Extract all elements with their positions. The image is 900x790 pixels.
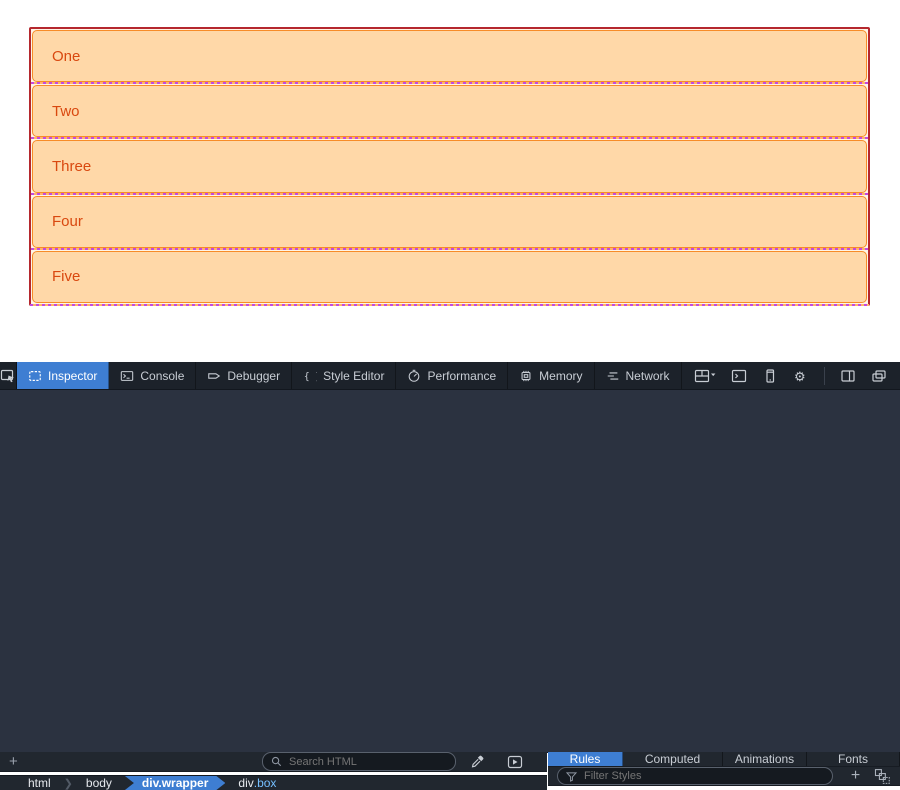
filter-styles-input[interactable] bbox=[582, 769, 824, 783]
tab-label: Memory bbox=[539, 369, 582, 383]
search-html-input[interactable] bbox=[287, 755, 447, 769]
paused-badge-icon[interactable] bbox=[507, 755, 523, 769]
layout-dropdown-icon[interactable] bbox=[694, 368, 716, 384]
tab-animations[interactable]: Animations bbox=[723, 752, 807, 766]
console-icon bbox=[120, 369, 134, 383]
add-node-button[interactable]: + bbox=[9, 754, 18, 769]
breadcrumb: html ❯ body div.wrapper div.box bbox=[0, 775, 547, 790]
element-picker-icon bbox=[0, 368, 16, 384]
demo-box: Two bbox=[32, 85, 867, 137]
memory-icon bbox=[519, 369, 533, 383]
demo-box: Three bbox=[32, 140, 867, 192]
breadcrumb-item-div-wrapper[interactable]: div.wrapper bbox=[125, 776, 225, 790]
split-console-icon[interactable] bbox=[731, 368, 747, 384]
tab-label: Debugger bbox=[227, 369, 280, 383]
tab-network[interactable]: Network bbox=[595, 362, 682, 389]
filter-funnel-icon bbox=[566, 771, 577, 782]
add-rule-button[interactable]: + bbox=[851, 769, 860, 783]
tab-label: Inspector bbox=[48, 369, 97, 383]
breadcrumb-item-body[interactable]: body bbox=[73, 776, 125, 790]
element-picker-button[interactable] bbox=[0, 362, 17, 389]
responsive-mode-icon[interactable] bbox=[762, 368, 778, 384]
tab-console[interactable]: Console bbox=[109, 362, 196, 389]
breadcrumb-class: .box bbox=[254, 776, 277, 790]
eyedropper-icon[interactable] bbox=[470, 754, 485, 769]
inspector-icon bbox=[28, 369, 42, 383]
demo-box: Four bbox=[32, 196, 867, 248]
tab-inspector[interactable]: Inspector bbox=[17, 362, 109, 389]
rules-tabs: Rules Computed Animations Fonts bbox=[548, 752, 900, 767]
demo-box: One bbox=[32, 30, 867, 82]
separate-window-icon[interactable] bbox=[871, 368, 887, 384]
search-icon bbox=[271, 756, 282, 767]
devtools-toolbar: Inspector Console Debugger { } Style Edi… bbox=[0, 362, 900, 390]
filter-styles-box[interactable] bbox=[557, 767, 833, 785]
network-icon bbox=[606, 369, 620, 383]
style-editor-icon: { } bbox=[303, 369, 317, 383]
demo-box: Five bbox=[32, 251, 867, 303]
tab-computed[interactable]: Computed bbox=[623, 752, 723, 766]
rendered-page: OneTwoThreeFourFive bbox=[0, 0, 900, 362]
breadcrumb-item-div-box[interactable]: div.box bbox=[225, 776, 289, 790]
breadcrumb-tag: div bbox=[238, 776, 253, 790]
pseudo-class-panel-icon[interactable] bbox=[874, 768, 891, 785]
dock-side-icon[interactable] bbox=[840, 368, 856, 384]
markup-toolbar-icons bbox=[470, 754, 547, 769]
toolbar-separator bbox=[824, 367, 825, 385]
tab-rules[interactable]: Rules bbox=[548, 752, 623, 766]
breadcrumb-item-html[interactable]: html bbox=[15, 776, 64, 790]
devtools-panel: Inspector Console Debugger { } Style Edi… bbox=[0, 362, 900, 753]
tab-style-editor[interactable]: { } Style Editor bbox=[292, 362, 396, 389]
chevron-right-icon: ❯ bbox=[64, 776, 73, 790]
markup-search-box[interactable] bbox=[262, 752, 456, 771]
tab-performance[interactable]: Performance bbox=[396, 362, 508, 389]
tab-label: Style Editor bbox=[323, 369, 384, 383]
svg-text:⚙: ⚙ bbox=[794, 369, 806, 384]
tab-memory[interactable]: Memory bbox=[508, 362, 594, 389]
grid-wrapper-highlighted: OneTwoThreeFourFive bbox=[29, 27, 870, 306]
tab-label: Console bbox=[140, 369, 184, 383]
markup-toolbar: + bbox=[0, 752, 547, 772]
performance-icon bbox=[407, 369, 421, 383]
rules-filter-bar: + bbox=[548, 767, 900, 786]
tab-fonts[interactable]: Fonts bbox=[807, 752, 900, 766]
svg-text:{ }: { } bbox=[304, 371, 317, 382]
tab-label: Performance bbox=[427, 369, 496, 383]
tab-label: Network bbox=[626, 369, 670, 383]
settings-gear-icon[interactable]: ⚙ bbox=[793, 368, 809, 384]
tab-debugger[interactable]: Debugger bbox=[196, 362, 292, 389]
debugger-icon bbox=[207, 369, 221, 383]
html-tree: <!DOCTYPE html><html lang="en"><head>⋯</… bbox=[0, 772, 547, 775]
toolbar-right-buttons: ⚙ bbox=[682, 362, 900, 389]
